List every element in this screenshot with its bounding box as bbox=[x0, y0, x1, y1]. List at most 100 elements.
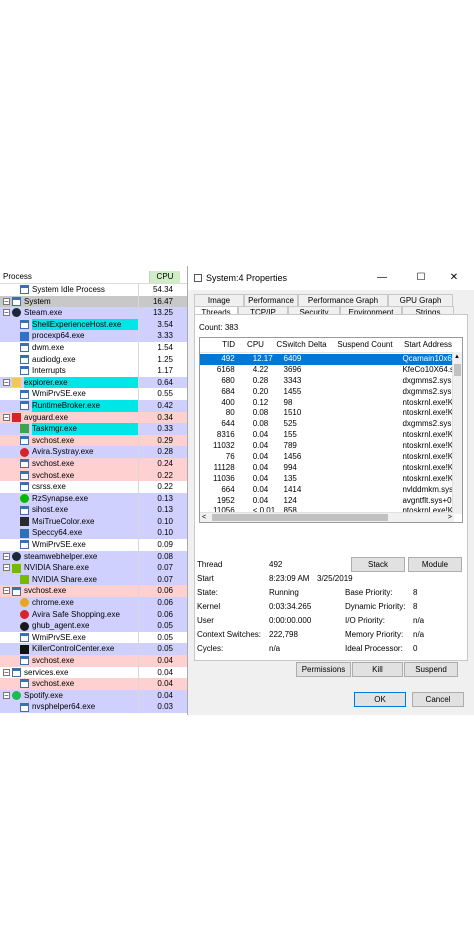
process-row[interactable]: RuntimeBroker.exe 0.42 bbox=[0, 399, 187, 412]
kill-button[interactable]: Kill bbox=[352, 662, 403, 677]
tree-toggle[interactable]: – bbox=[2, 585, 12, 597]
scroll-left-arrow-icon[interactable]: < bbox=[202, 513, 206, 522]
process-row[interactable]: MsiTrueColor.exe 0.10 bbox=[0, 515, 187, 528]
process-row[interactable]: chrome.exe 0.06 bbox=[0, 597, 187, 609]
thread-row[interactable]: 11032 0.04 789 ntoskrnl.exe!KeQue bbox=[200, 441, 454, 452]
process-row[interactable]: svchost.exe 0.22 bbox=[0, 469, 187, 482]
process-row[interactable]: System Idle Process 54.34 bbox=[0, 284, 187, 296]
close-button[interactable]: ✕ bbox=[444, 271, 464, 285]
process-row[interactable]: ghub_agent.exe 0.05 bbox=[0, 620, 187, 632]
collapse-icon[interactable]: – bbox=[3, 378, 10, 386]
process-row[interactable]: audiodg.exe 1.25 bbox=[0, 353, 187, 366]
process-row[interactable]: svchost.exe 0.04 bbox=[0, 678, 187, 690]
process-row[interactable]: KillerControlCenter.exe 0.05 bbox=[0, 643, 187, 655]
collapse-icon[interactable]: – bbox=[3, 297, 10, 305]
horizontal-scrollbar[interactable]: < > bbox=[200, 512, 454, 522]
thread-row[interactable]: 11128 0.04 994 ntoskrnl.exe!KeQue bbox=[200, 463, 454, 474]
process-row[interactable]: NVIDIA Share.exe 0.07 bbox=[0, 573, 187, 586]
process-row[interactable]: dwm.exe 1.54 bbox=[0, 341, 187, 354]
suspend-count-column-header[interactable]: Suspend Count bbox=[329, 338, 401, 352]
scroll-up-arrow-icon[interactable]: ▲ bbox=[454, 354, 460, 360]
cpu-column-header[interactable]: CPU bbox=[149, 271, 180, 283]
tree-toggle[interactable]: – bbox=[2, 412, 12, 424]
collapse-icon[interactable]: – bbox=[3, 413, 10, 421]
process-row[interactable]: nvsphelper64.exe 0.03 bbox=[0, 701, 187, 713]
process-row[interactable]: – NVIDIA Share.exe 0.07 bbox=[0, 562, 187, 574]
tab-gpu-graph[interactable]: GPU Graph bbox=[388, 294, 453, 306]
process-row[interactable]: – Spotify.exe 0.04 bbox=[0, 689, 187, 702]
permissions-button[interactable]: Permissions bbox=[296, 662, 351, 677]
tab-image[interactable]: Image bbox=[194, 294, 244, 306]
thread-row[interactable]: 76 0.04 1456 ntoskrnl.exe!KeQue bbox=[200, 452, 454, 463]
tree-toggle[interactable]: – bbox=[2, 377, 12, 389]
stack-button[interactable]: Stack bbox=[351, 557, 405, 572]
process-row[interactable]: procexp64.exe 3.33 bbox=[0, 330, 187, 342]
vertical-scroll-thumb[interactable] bbox=[454, 364, 461, 376]
process-row[interactable]: Avira.Systray.exe 0.28 bbox=[0, 446, 187, 458]
collapse-icon[interactable]: – bbox=[3, 309, 10, 317]
thread-row[interactable]: 6168 4.22 3696 KfeCo10X64.sys+0x bbox=[200, 365, 454, 376]
process-row[interactable]: – avguard.exe 0.34 bbox=[0, 411, 187, 424]
thread-row[interactable]: 1952 0.04 124 avgntflt.sys+0x bbox=[200, 496, 454, 507]
tree-toggle[interactable]: – bbox=[2, 667, 12, 679]
process-row[interactable]: – Steam.exe 13.25 bbox=[0, 307, 187, 319]
thread-row[interactable]: 8316 0.04 155 ntoskrnl.exe!KeQue bbox=[200, 430, 454, 441]
threads-table[interactable]: TID CPU CSwitch Delta Suspend Count Star… bbox=[199, 337, 463, 523]
process-column-header[interactable]: Process bbox=[0, 271, 149, 283]
cswitch-delta-column-header[interactable]: CSwitch Delta bbox=[274, 338, 329, 352]
tree-toggle[interactable]: – bbox=[2, 551, 12, 563]
collapse-icon[interactable]: – bbox=[3, 587, 10, 595]
tree-toggle[interactable]: – bbox=[2, 307, 12, 319]
ok-button[interactable]: OK bbox=[354, 692, 406, 707]
process-row[interactable]: WmiPrvSE.exe 0.55 bbox=[0, 388, 187, 400]
tab-performance[interactable]: Performance bbox=[244, 294, 298, 306]
thread-row[interactable]: 492 12.17 6409 Qcamain10x64.sys+0x bbox=[200, 354, 454, 365]
minimize-button[interactable]: — bbox=[372, 271, 392, 285]
tid-column-header[interactable]: TID bbox=[200, 338, 237, 352]
suspend-button[interactable]: Suspend bbox=[404, 662, 458, 677]
maximize-button[interactable]: ☐ bbox=[411, 271, 431, 285]
thread-row[interactable]: 644 0.08 525 dxgmms2.sys!VidSch bbox=[200, 419, 454, 430]
process-row[interactable]: – steamwebhelper.exe 0.08 bbox=[0, 550, 187, 563]
horizontal-scroll-thumb[interactable] bbox=[212, 514, 388, 521]
start-address-column-header[interactable]: Start Address bbox=[401, 338, 456, 352]
collapse-icon[interactable]: – bbox=[3, 564, 10, 572]
tree-toggle[interactable]: – bbox=[2, 690, 12, 702]
process-row[interactable]: – svchost.exe 0.06 bbox=[0, 585, 187, 598]
process-row[interactable]: WmiPrvSE.exe 0.09 bbox=[0, 539, 187, 551]
process-row[interactable]: Avira Safe Shopping.exe 0.06 bbox=[0, 608, 187, 621]
process-row[interactable]: – services.exe 0.04 bbox=[0, 666, 187, 679]
thread-row[interactable]: 664 0.04 1414 nvlddmkm.sys+0x bbox=[200, 485, 454, 496]
process-row[interactable]: – System 16.47 bbox=[0, 295, 187, 308]
process-row[interactable]: Taskmgr.exe 0.33 bbox=[0, 423, 187, 435]
process-row[interactable]: sihost.exe 0.13 bbox=[0, 504, 187, 516]
thread-row[interactable]: 680 0.28 3343 dxgmms2.sys!VidSch bbox=[200, 376, 454, 387]
vertical-scrollbar[interactable]: ▲ bbox=[452, 352, 462, 514]
process-tree[interactable]: Process CPU System Idle Process 54.34– Sys… bbox=[0, 271, 187, 715]
process-row[interactable]: csrss.exe 0.22 bbox=[0, 481, 187, 493]
process-row[interactable]: svchost.exe 0.24 bbox=[0, 457, 187, 470]
process-row[interactable]: svchost.exe 0.04 bbox=[0, 655, 187, 667]
collapse-icon[interactable]: – bbox=[3, 668, 10, 676]
process-row[interactable]: Speccy64.exe 0.10 bbox=[0, 527, 187, 540]
tab-performance-graph[interactable]: Performance Graph bbox=[298, 294, 388, 306]
thread-row[interactable]: 684 0.20 1455 dxgmms2.sys!VidSch bbox=[200, 387, 454, 398]
process-row[interactable]: – explorer.exe 0.64 bbox=[0, 376, 187, 389]
module-button[interactable]: Module bbox=[408, 557, 462, 572]
cancel-button[interactable]: Cancel bbox=[412, 692, 464, 707]
tree-toggle[interactable]: – bbox=[2, 562, 12, 574]
thread-row[interactable]: 400 0.12 98 ntoskrnl.exe!KeQue bbox=[200, 398, 454, 409]
thread-row[interactable]: 11036 0.04 135 ntoskrnl.exe!KeQue bbox=[200, 474, 454, 485]
collapse-icon[interactable]: – bbox=[3, 691, 10, 699]
scroll-right-arrow-icon[interactable]: > bbox=[448, 513, 452, 522]
title-bar[interactable]: System:4 Properties — ☐ ✕ bbox=[188, 266, 474, 290]
process-row[interactable]: Interrupts 1.17 bbox=[0, 365, 187, 377]
process-row[interactable]: RzSynapse.exe 0.13 bbox=[0, 492, 187, 505]
process-row[interactable]: svchost.exe 0.29 bbox=[0, 434, 187, 447]
cpu-column-header[interactable]: CPU bbox=[237, 338, 274, 352]
process-row[interactable]: WmiPrvSE.exe 0.05 bbox=[0, 631, 187, 644]
tree-toggle[interactable]: – bbox=[2, 296, 12, 308]
collapse-icon[interactable]: – bbox=[3, 552, 10, 560]
thread-row[interactable]: 80 0.08 1510 ntoskrnl.exe!KeQue bbox=[200, 408, 454, 419]
process-row[interactable]: ShellExperienceHost.exe 3.54 bbox=[0, 318, 187, 331]
